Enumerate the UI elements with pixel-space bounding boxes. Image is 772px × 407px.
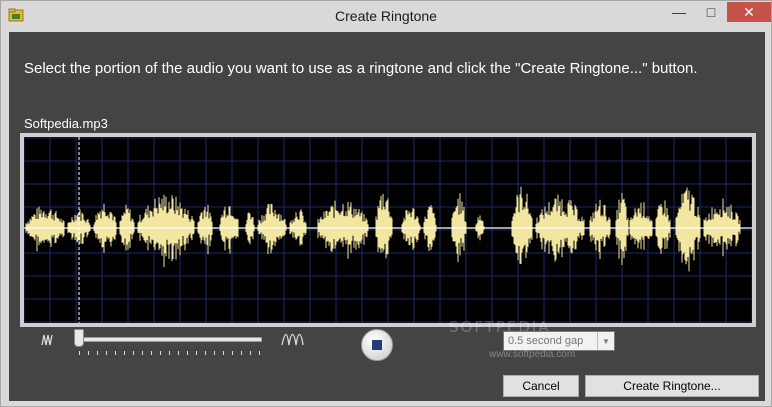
slider-tick — [79, 351, 80, 355]
close-button[interactable]: ✕ — [727, 2, 771, 22]
slider-tick — [160, 351, 161, 355]
slider-tick — [259, 351, 260, 355]
chevron-down-icon[interactable]: ▼ — [597, 332, 614, 350]
instruction-text: Select the portion of the audio you want… — [24, 60, 698, 77]
waveform-display[interactable] — [24, 137, 752, 323]
gap-select[interactable]: 0.5 second gap ▼ — [503, 331, 615, 351]
waveform-frame — [20, 133, 756, 327]
slider-tick — [142, 351, 143, 355]
slider-tick — [151, 351, 152, 355]
file-name-label: Softpedia.mp3 — [24, 116, 108, 131]
slider-tick — [196, 351, 197, 355]
slider-tick — [223, 351, 224, 355]
slider-tick — [214, 351, 215, 355]
window-title: Create Ringtone — [335, 8, 437, 24]
waveform-selection-area[interactable] — [24, 137, 752, 323]
stop-button[interactable] — [361, 329, 393, 361]
cancel-button[interactable]: Cancel — [503, 375, 579, 397]
slider-tick — [187, 351, 188, 355]
gap-select-value: 0.5 second gap — [508, 335, 584, 347]
stop-icon — [372, 340, 382, 350]
zoom-slider-thumb[interactable] — [74, 329, 84, 347]
slider-tick — [133, 351, 134, 355]
slider-tick — [250, 351, 251, 355]
slider-tick — [232, 351, 233, 355]
slider-tick — [97, 351, 98, 355]
minimize-button[interactable]: — — [664, 2, 694, 22]
slider-tick — [169, 351, 170, 355]
audio-waveform — [25, 186, 741, 272]
slider-tick — [88, 351, 89, 355]
slider-tick — [106, 351, 107, 355]
maximize-button[interactable]: □ — [696, 2, 726, 22]
dialog-body: Select the portion of the audio you want… — [9, 32, 765, 401]
zoom-slider[interactable] — [74, 329, 264, 355]
zoom-in-wave-icon[interactable] — [281, 333, 307, 347]
slider-tick — [205, 351, 206, 355]
zoom-out-wave-icon[interactable] — [41, 333, 59, 347]
slider-tick — [124, 351, 125, 355]
title-bar: Create Ringtone — □ ✕ — [1, 1, 771, 31]
slider-tick — [241, 351, 242, 355]
slider-tick — [178, 351, 179, 355]
zoom-slider-track[interactable] — [74, 337, 262, 342]
slider-tick — [115, 351, 116, 355]
create-ringtone-button[interactable]: Create Ringtone... — [585, 375, 759, 397]
create-ringtone-window: Create Ringtone — □ ✕ Select the portion… — [0, 0, 772, 407]
